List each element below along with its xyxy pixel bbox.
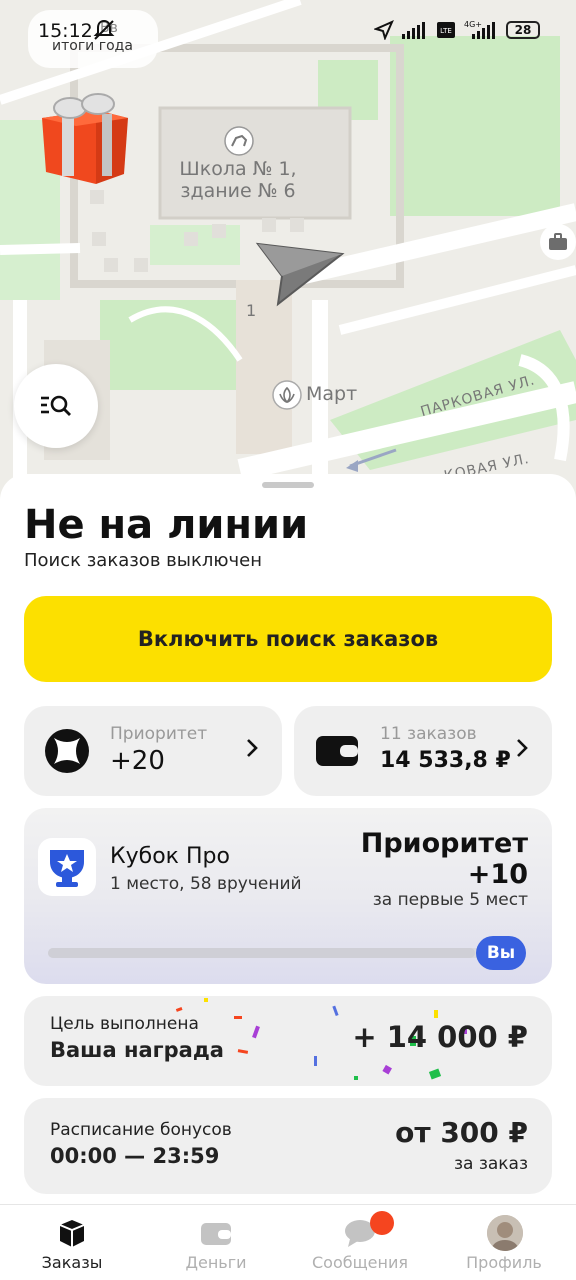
trophy-icon [50, 850, 84, 887]
school-label-line-1: Школа № 1, [179, 158, 297, 180]
gift-icon[interactable] [36, 88, 132, 188]
order-search-map-button[interactable] [14, 364, 98, 448]
status-bar: 15:12 LTE 4G+ 28 [0, 0, 576, 64]
enable-order-search-button[interactable]: Включить поиск заказов [24, 596, 552, 682]
map-view[interactable]: Вв итоги года 15:12 LTE 4G+ 28 Школа № 1… [0, 0, 576, 520]
chevron-right-icon [517, 739, 528, 757]
orders-earnings-value: 14 533,8 ₽ [380, 748, 511, 773]
volte-icon: LTE [437, 22, 455, 38]
cup-priority-title: Приоритет [360, 828, 528, 859]
bonus-amount: от 300 ₽ [395, 1116, 528, 1149]
cup-priority: Приоритет +10 [361, 828, 528, 890]
school-icon [224, 126, 254, 156]
goal-reward-amount: + 14 000 ₽ [352, 1020, 528, 1054]
cup-subtitle: 1 место, 58 вручений [110, 874, 302, 894]
shop-label: Март [306, 383, 358, 405]
driver-status-title: Не на линии [24, 502, 309, 548]
priority-card[interactable]: Приоритет +20 [24, 706, 282, 796]
pro-cup-card[interactable]: Кубок Про 1 место, 58 вручений Приоритет… [24, 808, 552, 984]
bonus-per-order: за заказ [453, 1154, 528, 1174]
chevron-right-icon [247, 739, 258, 757]
status-indicators: LTE 4G+ 28 [374, 20, 540, 40]
cup-title: Кубок Про [110, 844, 230, 869]
bottom-tab-bar: Заказы Деньги Сообщения Профиль [0, 1204, 576, 1280]
signal-4g-icon: 4G+ [464, 20, 495, 39]
orders-count-label: 11 заказов [380, 724, 477, 744]
bonus-schedule-card[interactable]: Расписание бонусов 00:00 — 23:59 от 300 … [24, 1098, 552, 1194]
cup-note: за первые 5 мест [372, 890, 528, 910]
messages-notification-dot [370, 1211, 394, 1235]
cup-progress-track [48, 948, 488, 958]
cup-logo [38, 838, 96, 896]
bottom-sheet: Не на линии Поиск заказов выключен Включ… [0, 474, 576, 1280]
cup-progress-fill [48, 948, 475, 958]
status-time: 15:12 [38, 20, 93, 42]
cup-priority-value: +10 [467, 859, 528, 890]
goal-reward-card[interactable]: Цель выполнена Ваша награда + 14 000 ₽ [24, 996, 552, 1086]
sheet-drag-handle[interactable] [262, 482, 314, 488]
avatar [487, 1215, 523, 1251]
briefcase-poi[interactable] [540, 224, 576, 260]
bonus-schedule-label: Расписание бонусов [50, 1120, 232, 1140]
tab-orders-label: Заказы [41, 1253, 103, 1272]
tab-profile[interactable]: Профиль [432, 1205, 576, 1280]
tab-messages[interactable]: Сообщения [288, 1205, 432, 1280]
priority-value: +20 [110, 746, 165, 776]
tab-money[interactable]: Деньги [144, 1205, 288, 1280]
muted-bell-icon [93, 19, 115, 40]
navigation-arrow-icon [255, 242, 345, 307]
location-arrow-icon [374, 20, 394, 40]
briefcase-icon [549, 233, 567, 250]
avatar-image [487, 1215, 523, 1251]
goal-reward-label: Ваша награда [50, 1038, 224, 1062]
priority-icon [45, 729, 89, 773]
school-label-line-2: здание № 6 [180, 180, 296, 202]
flower-icon [272, 380, 302, 410]
box-icon [59, 1220, 85, 1247]
wallet-icon [201, 1223, 231, 1245]
svg-text:4G+: 4G+ [464, 20, 482, 29]
tab-orders[interactable]: Заказы [0, 1205, 144, 1280]
priority-label: Приоритет [110, 724, 208, 744]
tab-profile-label: Профиль [466, 1253, 542, 1272]
driver-status-subtitle: Поиск заказов выключен [24, 550, 262, 571]
svg-text:LTE: LTE [440, 27, 452, 35]
battery-indicator: 28 [506, 21, 540, 39]
list-search-icon [41, 395, 71, 416]
wallet-icon [316, 736, 358, 766]
goal-status-text: Цель выполнена [50, 1014, 199, 1034]
signal-icon [402, 22, 425, 39]
tab-money-label: Деньги [185, 1253, 247, 1272]
tab-messages-label: Сообщения [311, 1253, 408, 1272]
bonus-schedule-time: 00:00 — 23:59 [50, 1144, 220, 1168]
you-badge: Вы [476, 936, 526, 970]
orders-earnings-card[interactable]: 11 заказов 14 533,8 ₽ [294, 706, 552, 796]
